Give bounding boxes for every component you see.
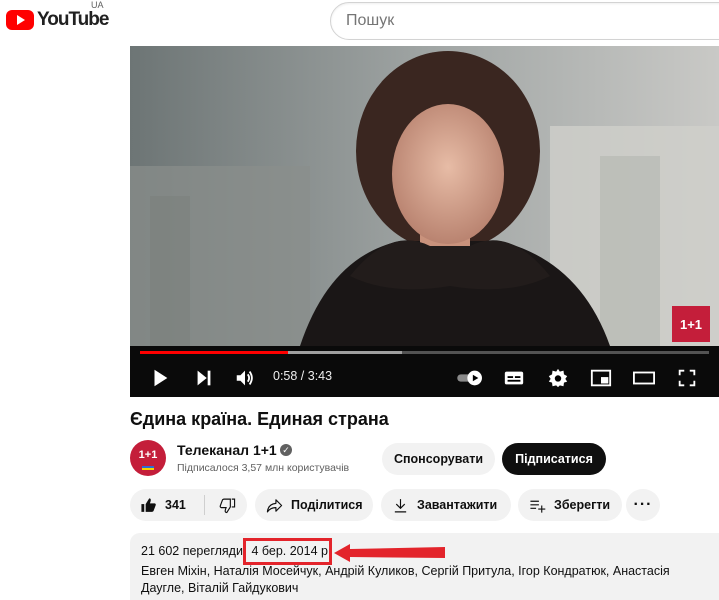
- autoplay-toggle-icon[interactable]: [455, 366, 487, 390]
- view-count: 21 602 перегляди: [141, 544, 243, 558]
- sponsor-button[interactable]: Спонсорувати: [382, 443, 495, 475]
- channel-avatar[interactable]: 1+1: [130, 440, 166, 476]
- dislike-button[interactable]: [207, 489, 247, 521]
- search-input[interactable]: [331, 3, 719, 39]
- search-box[interactable]: [330, 2, 719, 40]
- youtube-logo[interactable]: YouTube: [6, 9, 109, 31]
- logo-text: YouTube: [37, 9, 109, 30]
- channel-name[interactable]: Телеканал 1+1: [177, 442, 277, 458]
- youtube-play-icon: [6, 10, 34, 30]
- date-highlight-box: [243, 538, 332, 565]
- video-player[interactable]: 1+1 0:58 / 3:43: [130, 46, 719, 397]
- description-box[interactable]: 21 602 перегляди 4 бер. 2014 р. Евген Мі…: [130, 533, 719, 600]
- fullscreen-icon[interactable]: [675, 366, 699, 390]
- download-button[interactable]: Завантажити: [381, 489, 511, 521]
- video-title: Єдина країна. Единая страна: [130, 409, 389, 429]
- verified-check-icon: ✓: [280, 444, 292, 456]
- like-button[interactable]: 341: [130, 489, 204, 521]
- download-icon: [394, 498, 407, 512]
- video-frame[interactable]: [130, 46, 719, 397]
- like-count: 341: [165, 498, 186, 512]
- thumbs-down-icon: [219, 498, 235, 513]
- miniplayer-icon[interactable]: [589, 366, 613, 390]
- action-row: 341 Поділитися Завантажити Зберегти ···: [130, 489, 719, 521]
- avatar-text: 1+1: [138, 449, 158, 461]
- share-button[interactable]: Поділитися: [255, 489, 373, 521]
- subtitles-icon[interactable]: [502, 366, 526, 390]
- save-button[interactable]: Зберегти: [518, 489, 622, 521]
- time-display: 0:58 / 3:43: [273, 369, 333, 383]
- settings-icon[interactable]: [546, 366, 570, 390]
- like-divider: [204, 495, 205, 515]
- play-icon[interactable]: [148, 366, 172, 390]
- next-icon[interactable]: [192, 366, 216, 390]
- player-controls: 0:58 / 3:43: [130, 358, 719, 397]
- share-icon: [266, 498, 283, 512]
- masthead: YouTube UA: [0, 0, 719, 44]
- volume-icon[interactable]: [233, 366, 257, 390]
- region-code: UA: [91, 0, 104, 10]
- save-label: Зберегти: [554, 498, 611, 512]
- thumbs-up-icon: [141, 497, 156, 512]
- download-label: Завантажити: [417, 498, 498, 512]
- add-to-playlist-icon: [530, 500, 546, 513]
- share-label: Поділитися: [291, 498, 363, 512]
- cast-list: Евген Міхін, Наталія Мосейчук, Андрій Ку…: [141, 564, 670, 595]
- progress-played: [140, 351, 288, 354]
- subscribe-button[interactable]: Підписатися: [502, 443, 606, 475]
- like-dislike-group: 341: [130, 489, 247, 521]
- more-actions-button[interactable]: ···: [626, 489, 660, 521]
- subscriber-count: Підписалося 3,57 млн користувачів: [177, 462, 350, 474]
- progress-bar[interactable]: [140, 351, 709, 354]
- theater-icon[interactable]: [632, 366, 656, 390]
- channel-watermark: 1+1: [672, 306, 710, 342]
- channel-row: 1+1 Телеканал 1+1 ✓ Підписалося 3,57 млн…: [130, 440, 719, 480]
